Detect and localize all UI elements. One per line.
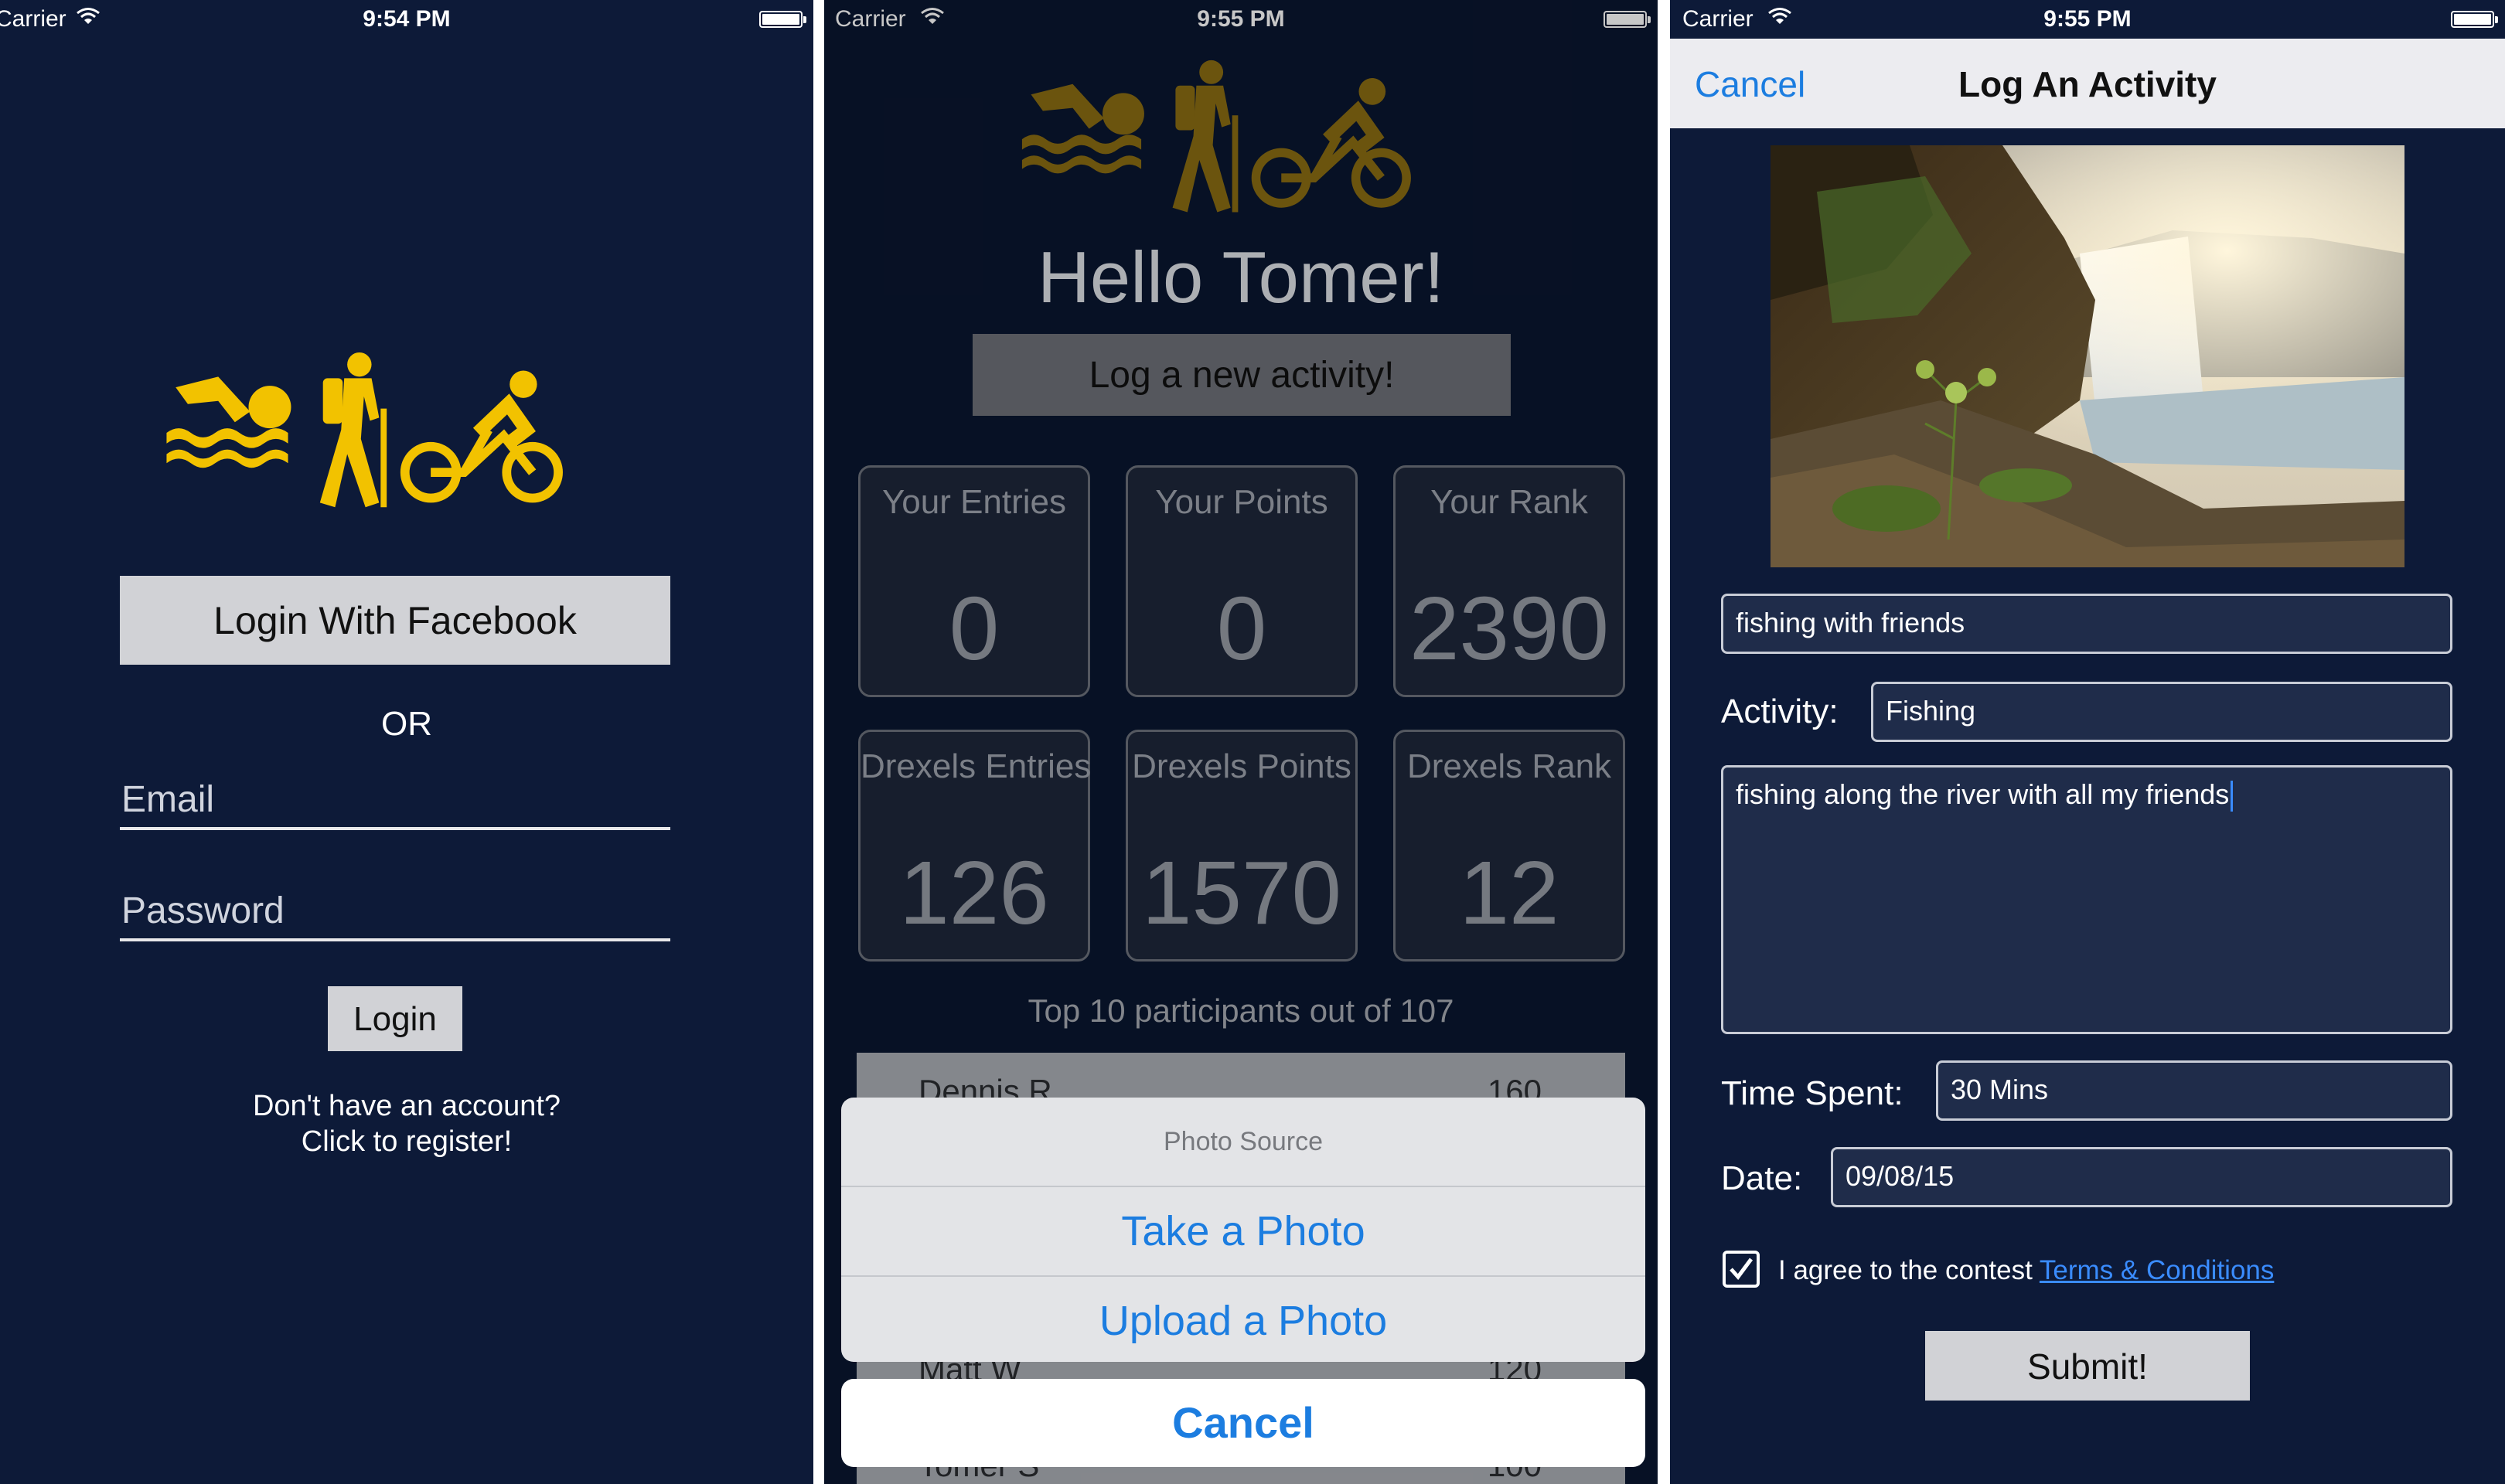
activity-title-value: fishing with friends [1736,607,1965,638]
terms-conditions-link[interactable]: Terms & Conditions [2040,1255,2274,1285]
action-sheet-cancel-button[interactable]: Cancel [841,1379,1645,1467]
status-time: 9:55 PM [2043,6,2132,32]
battery-icon [759,11,806,28]
checkmark-icon [1730,1258,1754,1280]
battery-icon [2451,11,2498,28]
activity-title-input[interactable]: fishing with friends [1721,594,2452,654]
time-spent-label: Time Spent: [1721,1074,1903,1112]
password-placeholder: Password [121,890,285,931]
email-field[interactable]: Email [120,773,670,830]
activity-type-input[interactable]: Fishing [1871,682,2452,742]
take-photo-option[interactable]: Take a Photo [841,1187,1645,1277]
photo-source-action-sheet: Photo Source Take a Photo Upload a Photo [841,1098,1645,1362]
time-spent-value: 30 Mins [1951,1074,2049,1105]
login-screen: Carrier 9:54 PM Login With Facebook OR E… [0,0,813,1484]
status-time: 9:54 PM [363,6,451,32]
submit-button[interactable]: Submit! [1925,1331,2250,1401]
date-label: Date: [1721,1159,1803,1197]
hiking-icon [319,352,387,508]
action-sheet-title: Photo Source [841,1098,1645,1187]
date-value: 09/08/15 [1846,1160,1955,1192]
login-button[interactable]: Login [328,986,462,1051]
register-link[interactable]: Don't have an account? Click to register… [0,1088,813,1159]
upload-photo-option[interactable]: Upload a Photo [841,1277,1645,1362]
activity-label: Activity: [1721,693,1839,730]
description-value: fishing along the river with all my frie… [1736,778,2230,810]
register-line-1: Don't have an account? [252,1090,561,1122]
email-placeholder: Email [121,779,215,820]
log-activity-screen: Carrier 9:55 PM Cancel Log An Activity f… [1670,0,2505,1484]
time-spent-input[interactable]: 30 Mins [1936,1060,2452,1121]
login-with-facebook-button[interactable]: Login With Facebook [120,576,670,665]
agree-checkbox[interactable] [1723,1251,1760,1288]
sports-logo [166,352,563,508]
status-bar: Carrier 9:54 PM [0,0,813,39]
dashboard-screen: Carrier 9:55 PM Hello Tomer! Log a new a… [824,0,1658,1484]
date-input[interactable]: 09/08/15 [1831,1147,2452,1207]
or-separator: OR [381,705,432,743]
cycling-icon [400,370,563,503]
page-title: Log An Activity [1958,64,2217,104]
status-bar: Carrier 9:55 PM [1670,0,2505,39]
register-line-2: Click to register! [301,1125,513,1158]
text-cursor [2231,781,2234,812]
agree-text: I agree to the contest Terms & Condition… [1778,1255,2274,1286]
description-textarea[interactable]: fishing along the river with all my frie… [1721,765,2452,1034]
activity-photo[interactable] [1771,145,2404,567]
navigation-bar: Cancel Log An Activity [1670,39,2505,128]
password-field[interactable]: Password [120,884,670,941]
activity-type-value: Fishing [1886,695,1976,727]
swimming-icon [166,376,291,468]
agree-label: I agree to the contest [1778,1255,2033,1285]
